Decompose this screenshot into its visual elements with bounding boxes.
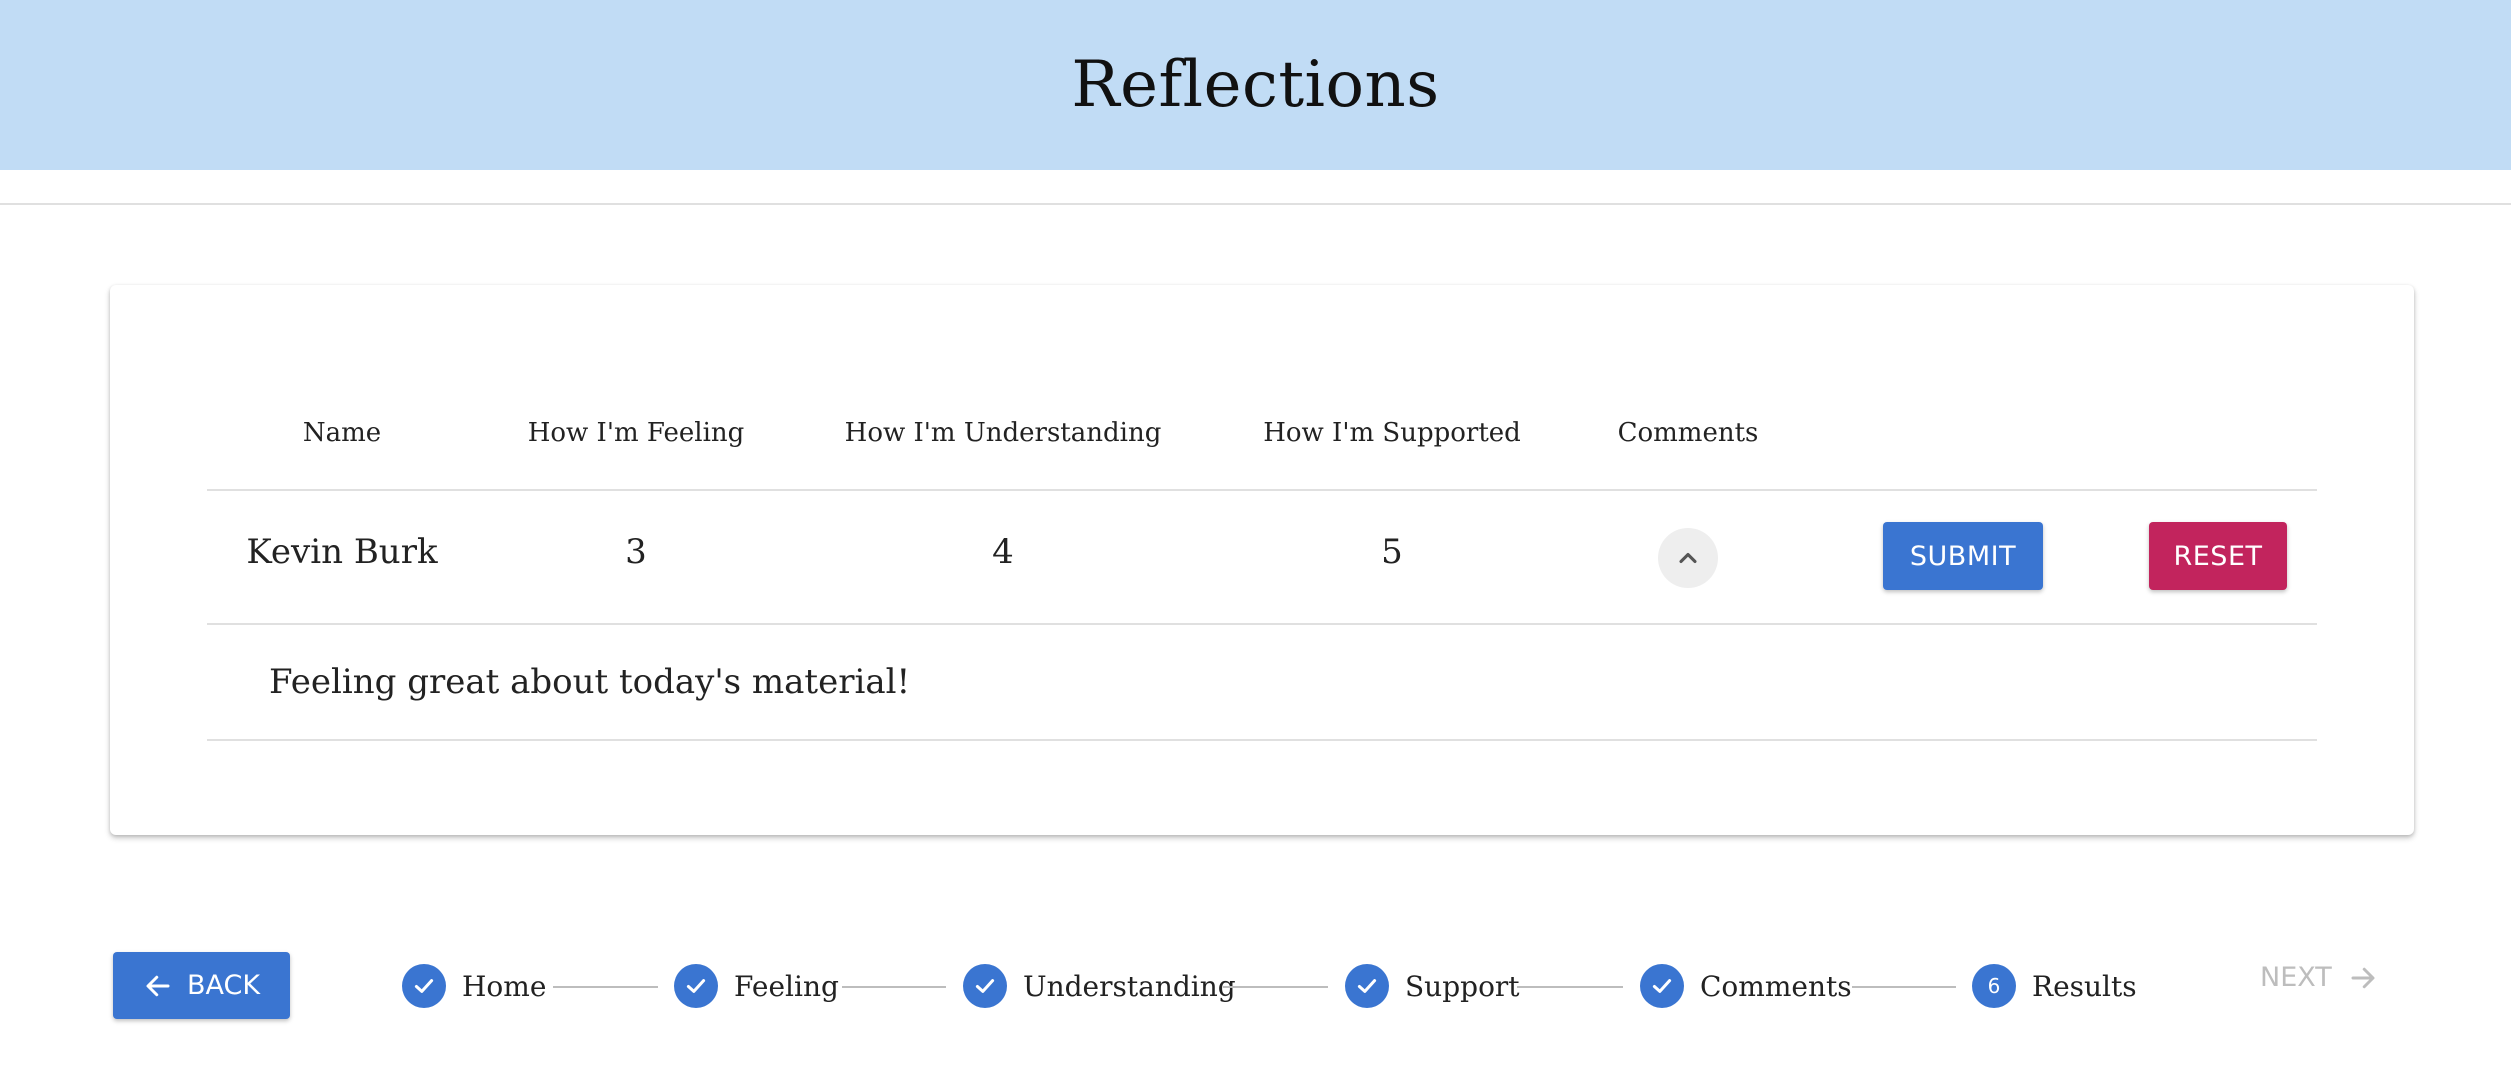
step-connector — [1517, 986, 1623, 988]
step-label: Comments — [1700, 969, 1852, 1003]
arrow-left-icon — [146, 975, 170, 996]
back-button[interactable]: BACK — [113, 952, 290, 1019]
check-icon — [402, 964, 446, 1008]
step-label: Understanding — [1023, 969, 1236, 1003]
cell-supported: 5 — [1381, 532, 1403, 572]
step-comments[interactable]: Comments — [1640, 964, 1852, 1008]
step-label: Feeling — [734, 969, 839, 1003]
header-divider — [0, 203, 2511, 205]
table-header-divider — [207, 489, 2317, 491]
step-feeling[interactable]: Feeling — [674, 964, 839, 1008]
step-connector — [1223, 986, 1328, 988]
next-button[interactable]: NEXT — [2260, 962, 2378, 993]
collapse-comments-button[interactable] — [1658, 528, 1718, 588]
column-header-supported: How I'm Supported — [1263, 418, 1521, 448]
step-understanding[interactable]: Understanding — [963, 964, 1236, 1008]
step-connector — [1852, 986, 1956, 988]
cell-feeling: 3 — [625, 532, 647, 572]
table-row-divider — [207, 623, 2317, 625]
back-label: BACK — [186, 970, 261, 1001]
arrow-right-icon — [2351, 967, 2375, 988]
step-label: Support — [1405, 969, 1520, 1003]
reflections-card: Name How I'm Feeling How I'm Understandi… — [110, 285, 2414, 835]
column-header-comments: Comments — [1617, 418, 1759, 448]
step-label: Results — [2032, 969, 2137, 1003]
cell-name: Kevin Burk — [246, 532, 438, 572]
app-header: Reflections — [0, 0, 2511, 170]
step-support[interactable]: Support — [1345, 964, 1520, 1008]
step-home[interactable]: Home — [402, 964, 546, 1008]
submit-button[interactable]: SUBMIT — [1883, 522, 2043, 590]
cell-understanding: 4 — [992, 532, 1014, 572]
reset-button[interactable]: RESET — [2149, 522, 2287, 590]
next-label: NEXT — [2260, 962, 2332, 993]
column-header-understanding: How I'm Understanding — [844, 418, 1162, 448]
check-icon — [674, 964, 718, 1008]
step-label: Home — [462, 969, 547, 1003]
comment-text: Feeling great about today's material! — [269, 662, 911, 702]
check-icon — [1345, 964, 1389, 1008]
step-connector — [842, 986, 946, 988]
table-bottom-divider — [207, 739, 2317, 741]
check-icon — [1640, 964, 1684, 1008]
column-header-feeling: How I'm Feeling — [527, 418, 745, 448]
step-number-badge: 6 — [1972, 964, 2016, 1008]
column-header-name: Name — [302, 418, 382, 448]
page-title: Reflections — [1071, 48, 1440, 122]
step-connector — [553, 986, 658, 988]
chevron-up-icon — [1679, 552, 1697, 564]
step-results[interactable]: 6 Results — [1972, 964, 2137, 1008]
check-icon — [963, 964, 1007, 1008]
